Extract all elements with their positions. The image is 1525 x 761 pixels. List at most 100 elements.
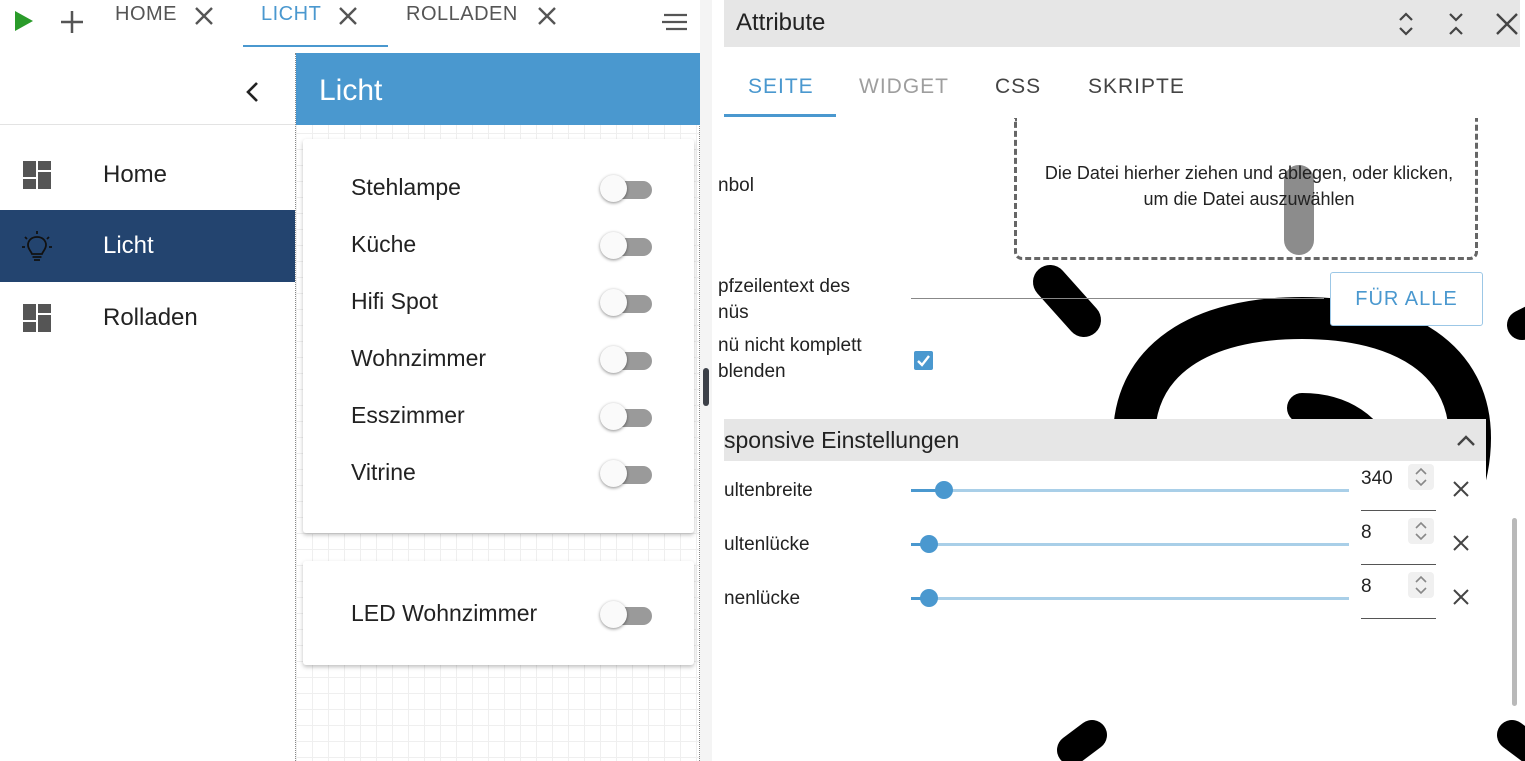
plus-icon[interactable] <box>58 8 86 36</box>
sidebar-item-label: Home <box>103 161 168 188</box>
clear-icon[interactable] <box>1450 532 1472 554</box>
panel-splitter[interactable] <box>700 0 712 761</box>
tab-widget[interactable]: WIDGET <box>859 75 949 99</box>
slider-label: ultenbreite <box>724 480 813 501</box>
spinner-icon[interactable] <box>1408 518 1434 544</box>
switch-row: Küche <box>303 219 694 269</box>
header-text-label: nüs <box>718 302 749 323</box>
close-icon[interactable] <box>193 5 215 27</box>
active-tab-indicator <box>724 114 836 117</box>
switch-label: Hifi Spot <box>351 288 438 314</box>
play-icon[interactable] <box>12 10 34 32</box>
slider-row: nenlücke 8 <box>724 572 1486 626</box>
toggle-switch[interactable] <box>600 232 652 259</box>
switch-row: Stehlampe <box>303 162 694 212</box>
slider-track[interactable] <box>911 543 1349 546</box>
switch-card: Stehlampe Küche Hifi Spot Wohnzimmer Ess… <box>303 139 694 533</box>
slider-row: ultenbreite 340 <box>724 464 1486 518</box>
dashboard-icon <box>23 304 51 332</box>
number-value: 8 <box>1361 576 1372 597</box>
number-input[interactable]: 340 <box>1361 464 1436 511</box>
dropzone-text: Die Datei hierher ziehen und ablegen, od… <box>1017 160 1481 212</box>
close-icon[interactable] <box>337 5 359 27</box>
close-icon[interactable] <box>536 5 558 27</box>
switch-label: Küche <box>351 231 417 257</box>
number-input[interactable]: 8 <box>1361 572 1436 619</box>
switch-label: Wohnzimmer <box>351 345 487 371</box>
switch-label: Vitrine <box>351 459 416 485</box>
page-title: Licht <box>319 74 383 107</box>
dropzone-line: Die Datei hierher ziehen und ablegen, od… <box>1044 163 1454 183</box>
clear-icon[interactable] <box>1450 478 1472 500</box>
attributes-panel: Attribute SEITE WIDGET CSS SKRIPTE nbol … <box>712 0 1525 761</box>
apply-all-button[interactable]: FÜR ALLE <box>1330 272 1483 326</box>
chevron-up-icon[interactable] <box>1454 429 1478 453</box>
page-preview: Licht Stehlampe Küche Hifi Spot Wohnzimm… <box>295 53 700 761</box>
check-icon <box>917 355 930 367</box>
dropzone-line: um die Datei auszuwählen <box>1143 189 1355 209</box>
header-text-input[interactable] <box>911 298 1324 299</box>
switch-row: Wohnzimmer <box>303 333 694 383</box>
switch-label: Stehlampe <box>351 174 461 200</box>
sort-lines-icon[interactable] <box>658 10 690 34</box>
switch-row: Esszimmer <box>303 390 694 440</box>
hide-menu-checkbox[interactable] <box>914 351 933 370</box>
tab-label: ROLLADEN <box>406 3 518 25</box>
tab-licht[interactable]: LICHT <box>243 0 388 47</box>
switch-row: Hifi Spot <box>303 276 694 326</box>
sidebar: Home Licht Rolladen <box>0 47 295 761</box>
spinner-icon[interactable] <box>1408 572 1434 598</box>
tab-seite[interactable]: SEITE <box>748 75 814 99</box>
toggle-switch[interactable] <box>600 403 652 430</box>
sidebar-item-rolladen[interactable]: Rolladen <box>0 282 295 354</box>
slider-label: ultenlücke <box>724 534 810 555</box>
toggle-switch[interactable] <box>600 601 652 628</box>
sidebar-item-label: Rolladen <box>103 304 198 331</box>
hide-menu-label: nü nicht komplett <box>718 335 862 356</box>
tab-rolladen[interactable]: ROLLADEN <box>406 0 566 47</box>
clear-icon[interactable] <box>1450 586 1472 608</box>
hide-menu-label: blenden <box>718 361 786 382</box>
switch-row: Vitrine <box>303 447 694 497</box>
splitter-handle[interactable] <box>703 368 709 406</box>
section-header[interactable]: sponsive Einstellungen <box>724 419 1486 461</box>
scrollbar[interactable] <box>1512 518 1517 706</box>
sidebar-item-home[interactable]: Home <box>0 139 295 211</box>
collapse-icon[interactable] <box>1442 10 1470 38</box>
toggle-switch[interactable] <box>600 289 652 316</box>
slider-track[interactable] <box>911 489 1349 492</box>
lightbulb-icon <box>22 231 52 261</box>
number-value: 8 <box>1361 522 1372 543</box>
tab-home[interactable]: HOME <box>115 0 225 47</box>
slider-thumb[interactable] <box>919 535 938 553</box>
chevron-left-icon[interactable] <box>240 79 266 105</box>
app-root: HOME LICHT ROLLADEN Home Licht Rolladen … <box>0 0 1525 761</box>
tab-bar: HOME LICHT ROLLADEN <box>0 0 710 47</box>
dashboard-icon <box>23 161 51 189</box>
attributes-header: Attribute <box>724 0 1520 47</box>
sidebar-header <box>0 47 295 125</box>
toggle-switch[interactable] <box>600 460 652 487</box>
toggle-switch[interactable] <box>600 175 652 202</box>
toggle-switch[interactable] <box>600 346 652 373</box>
tab-css[interactable]: CSS <box>995 75 1041 99</box>
sidebar-item-licht[interactable]: Licht <box>0 210 295 282</box>
slider-thumb[interactable] <box>934 481 953 499</box>
slider-label: nenlücke <box>724 588 801 609</box>
responsive-settings-section: sponsive Einstellungen ultenbreite 340 u… <box>724 419 1486 626</box>
number-input[interactable]: 8 <box>1361 518 1436 565</box>
switch-row: LED Wohnzimmer <box>303 588 694 638</box>
slider-thumb[interactable] <box>919 589 938 607</box>
file-dropzone[interactable]: Die Datei hierher ziehen und ablegen, od… <box>1014 118 1478 260</box>
close-icon[interactable] <box>1493 10 1521 38</box>
sidebar-item-label: Licht <box>103 232 154 259</box>
tab-label: HOME <box>115 3 177 25</box>
tab-skripte[interactable]: SKRIPTE <box>1088 75 1185 99</box>
slider-track[interactable] <box>911 597 1349 600</box>
switch-label: Esszimmer <box>351 402 465 428</box>
expand-icon[interactable] <box>1392 10 1420 38</box>
number-value: 340 <box>1361 468 1393 489</box>
spinner-icon[interactable] <box>1408 464 1434 490</box>
page-header: Licht <box>296 53 700 125</box>
switch-card: LED Wohnzimmer <box>303 561 694 665</box>
